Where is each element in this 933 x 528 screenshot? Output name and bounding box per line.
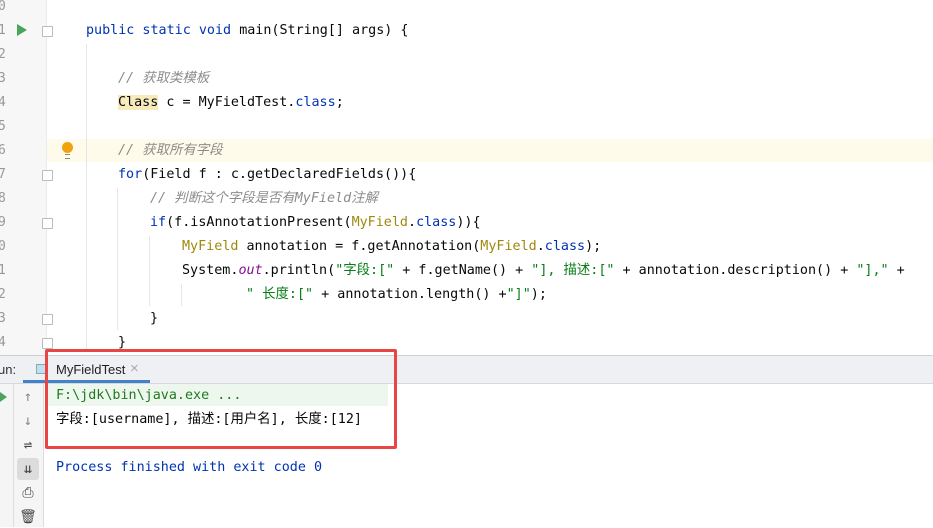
print-icon[interactable]: ⎙ (17, 482, 39, 504)
code-token: class (295, 95, 336, 110)
code-token: MyField (480, 239, 537, 254)
code-line: // 获取所有字段 (118, 139, 223, 163)
fold-icon[interactable] (42, 218, 53, 229)
line-number: 3 (0, 71, 6, 86)
code-token: } (118, 335, 127, 350)
code-token: "]" (506, 287, 531, 302)
code-token: "字段:[" (335, 263, 395, 278)
code-token: "], 描述:[" (531, 263, 615, 278)
line-number: 6 (0, 143, 6, 158)
line-number: 3 (0, 311, 6, 326)
line-number: 1 (0, 263, 6, 278)
code-token: )){ (456, 215, 481, 230)
code-token: + f.getName() + (394, 263, 532, 278)
line-number: 0 (0, 239, 6, 254)
fold-icon[interactable] (42, 170, 53, 181)
scroll-to-end-icon[interactable]: ⇊ (17, 458, 39, 480)
delete-icon[interactable]: 🗑 (17, 506, 39, 528)
code-token: public static void (86, 23, 240, 38)
code-token: // 获取类模板 (118, 71, 210, 86)
code-token: " 长度:[" (246, 287, 314, 302)
code-token: Class (118, 95, 159, 110)
code-line: for(Field f : c.getDeclaredFields()){ (118, 163, 416, 187)
code-token: // 获取所有字段 (118, 143, 223, 158)
line-number: 7 (0, 167, 6, 182)
code-token: . (408, 215, 417, 230)
code-token: for (118, 167, 143, 182)
code-token: MyField (351, 215, 408, 230)
fold-icon[interactable] (42, 26, 53, 37)
code-token: class (416, 215, 457, 230)
line-number: 8 (0, 191, 6, 206)
line-number: 4 (0, 335, 6, 350)
fold-icon[interactable] (42, 314, 53, 325)
code-token: if (150, 215, 167, 230)
code-line: // 判断这个字段是否有MyField注解 (150, 187, 378, 211)
line-number: 2 (0, 47, 6, 62)
code-token: } (150, 311, 159, 326)
lightbulb-icon[interactable] (62, 142, 73, 153)
code-line: Class c = MyFieldTest.class; (118, 91, 344, 115)
code-token: (f.isAnnotationPresent( (166, 215, 352, 230)
code-token: // 判断这个字段是否有MyField注解 (150, 191, 378, 206)
down-arrow-icon[interactable]: ↓ (17, 410, 39, 432)
soft-wrap-icon[interactable]: ⇌ (17, 434, 39, 456)
code-token: ); (585, 239, 602, 254)
code-line: " 长度:[" + annotation.length() +"]"); (246, 283, 547, 307)
line-number: 0 (0, 0, 6, 14)
code-token: out (238, 263, 263, 278)
editor-gutter (0, 0, 47, 355)
code-editor[interactable]: public static void main(String[] args) {… (0, 0, 933, 355)
code-token: (Field f : c.getDeclaredFields()){ (142, 167, 417, 182)
console-line: Process finished with exit code 0 (56, 460, 323, 475)
code-token: + (888, 263, 905, 278)
code-token: annotation = f.getAnnotation( (238, 239, 481, 254)
code-token: System. (182, 263, 239, 278)
code-line: // 获取类模板 (118, 67, 209, 91)
code-line: } (150, 307, 158, 331)
code-token: + annotation.description() + (614, 263, 857, 278)
run-label: un: (0, 362, 17, 377)
rerun-icon[interactable] (0, 392, 7, 402)
code-token: . (536, 239, 545, 254)
code-line: if(f.isAnnotationPresent(MyField.class))… (150, 211, 481, 235)
line-number: 1 (0, 23, 6, 38)
run-gutter-icon[interactable] (17, 24, 27, 36)
code-token: c = MyFieldTest. (158, 95, 296, 110)
line-number: 4 (0, 95, 6, 110)
line-number: 2 (0, 287, 6, 302)
line-number: 9 (0, 215, 6, 230)
fold-icon[interactable] (42, 338, 53, 349)
code-token: .println( (262, 263, 336, 278)
code-line: public static void main(String[] args) { (86, 19, 409, 43)
code-line: System.out.println("字段:[" + f.getName() … (182, 259, 905, 283)
code-token: "]," (856, 263, 889, 278)
code-token: ; (335, 95, 344, 110)
line-number: 5 (0, 119, 6, 134)
code-token: ); (530, 287, 547, 302)
code-line: MyField annotation = f.getAnnotation(MyF… (182, 235, 601, 259)
highlight-box (45, 349, 397, 449)
run-toolbar: ↑ ↓ ⇌ ⇊ ⎙ 🗑 (0, 384, 44, 527)
code-token: main(String[] args) { (239, 23, 409, 38)
code-token: MyField (182, 239, 239, 254)
code-token: class (544, 239, 586, 254)
code-token: + annotation.length() + (313, 287, 507, 302)
up-arrow-icon[interactable]: ↑ (17, 386, 39, 408)
